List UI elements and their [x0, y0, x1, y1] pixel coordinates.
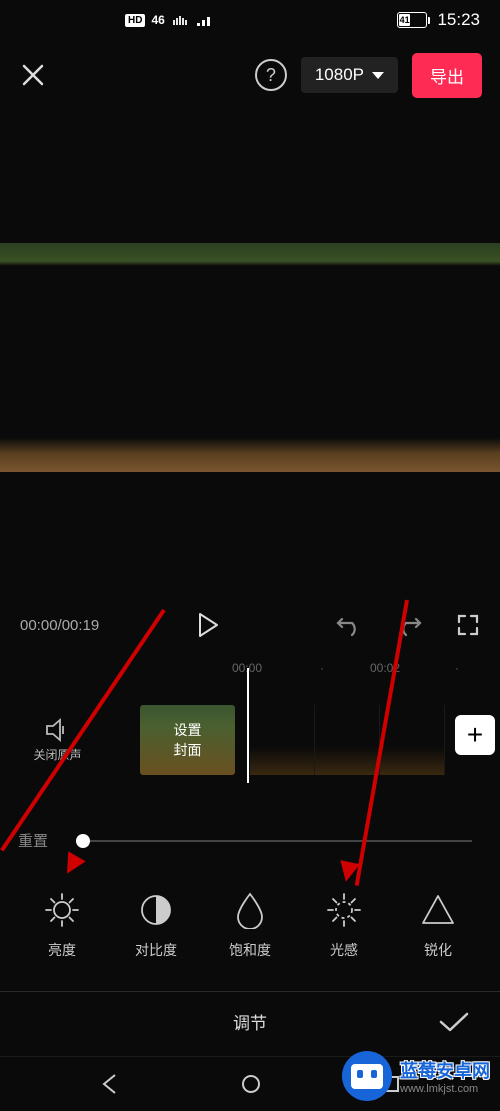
fullscreen-button[interactable] [456, 613, 480, 637]
close-button[interactable] [18, 60, 48, 90]
tool-brightness[interactable]: 亮度 [27, 890, 97, 960]
nav-home-button[interactable] [240, 1073, 262, 1095]
wifi-icon [171, 13, 189, 27]
video-preview[interactable] [0, 243, 500, 472]
speaker-mute-icon [44, 718, 72, 742]
undo-button[interactable] [336, 613, 362, 637]
reset-button[interactable]: 重置 [18, 830, 48, 851]
confirm-button[interactable] [438, 1010, 470, 1034]
video-clip[interactable] [250, 705, 445, 775]
status-bar: HD 46 41 15:23 [0, 0, 500, 40]
watermark: 蓝莓安卓网 www.lmkjst.com [342, 1051, 490, 1101]
panel-title: 调节 [233, 1009, 267, 1034]
plus-icon: + [455, 715, 495, 755]
battery-icon: 41 [397, 12, 427, 28]
export-button[interactable]: 导出 [412, 53, 482, 98]
triangle-icon [420, 893, 456, 927]
network-indicator: 46 [151, 13, 164, 27]
tool-light-sense[interactable]: 光感 [309, 890, 379, 960]
watermark-logo-icon [342, 1051, 392, 1101]
set-cover-button[interactable]: 设置 封面 [140, 705, 235, 775]
brightness-icon [42, 890, 82, 930]
help-button[interactable]: ? [255, 59, 287, 91]
annotation-arrowhead [58, 851, 85, 878]
panel-title-bar: 调节 [0, 991, 500, 1051]
contrast-icon [138, 892, 174, 928]
watermark-url: www.lmkjst.com [400, 1083, 490, 1095]
droplet-icon [235, 891, 265, 929]
play-button[interactable] [197, 612, 219, 638]
close-icon [20, 62, 46, 88]
time-display: 00:00/00:19 [20, 617, 99, 634]
nav-back-button[interactable] [99, 1073, 121, 1095]
adjustment-slider-row: 重置 [0, 830, 500, 851]
adjustment-tools: 亮度 对比度 饱和度 光感 锐化 [0, 890, 500, 960]
resolution-label: 1080P [315, 65, 364, 85]
top-bar: ? 1080P 导出 [0, 40, 500, 110]
playback-controls: 00:00/00:19 [0, 605, 500, 645]
tool-sharpen[interactable]: 锐化 [403, 890, 473, 960]
annotation-arrowhead [336, 860, 360, 884]
clock: 15:23 [437, 10, 480, 30]
slider-thumb[interactable] [76, 834, 90, 848]
watermark-title: 蓝莓安卓网 [400, 1057, 490, 1083]
hd-badge: HD [125, 14, 145, 27]
question-icon: ? [266, 65, 276, 86]
ruler-dot: · [320, 661, 324, 675]
add-clip-button[interactable]: + [450, 700, 500, 770]
signal-icon [195, 13, 213, 27]
timeline-ruler[interactable]: 00:00 · 00:02 · [0, 655, 500, 680]
tool-saturation[interactable]: 饱和度 [215, 890, 285, 960]
chevron-down-icon [372, 72, 384, 79]
value-slider[interactable] [76, 840, 472, 842]
ruler-dot: · [455, 661, 459, 675]
light-sense-icon [324, 890, 364, 930]
tool-contrast[interactable]: 对比度 [121, 890, 191, 960]
resolution-button[interactable]: 1080P [301, 57, 398, 93]
